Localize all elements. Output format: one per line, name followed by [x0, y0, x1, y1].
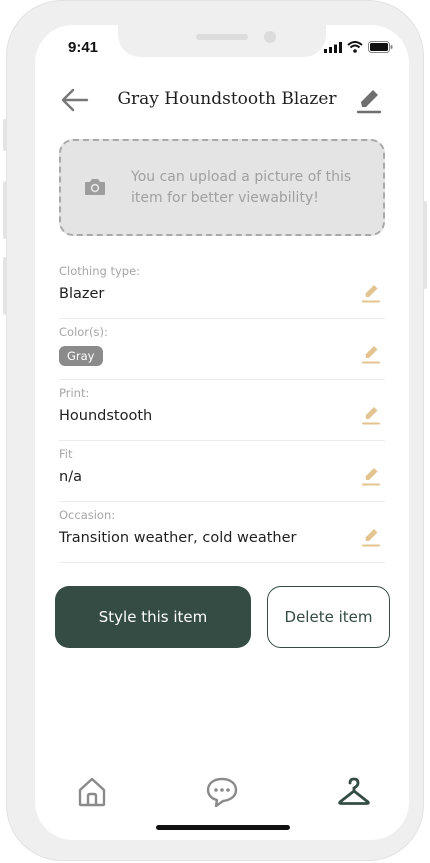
home-icon — [78, 777, 106, 807]
field-value: Blazer — [59, 286, 105, 302]
item-details: Clothing type: Blazer Color(s): Gray Pri… — [59, 258, 385, 563]
page-title: Gray Houndstooth Blazer — [117, 89, 337, 109]
volume-up-button — [3, 181, 7, 239]
header: Gray Houndstooth Blazer — [35, 85, 409, 115]
field-occasion: Occasion: Transition weather, cold weath… — [59, 502, 385, 563]
photo-upload-area[interactable]: You can upload a picture of this item fo… — [59, 139, 385, 236]
notch — [118, 25, 326, 57]
pencil-icon — [362, 468, 380, 486]
edit-colors-button[interactable] — [361, 343, 381, 365]
field-value: n/a — [59, 469, 82, 485]
field-label: Print: — [59, 386, 90, 400]
phone-frame: 9:41 Gray Houndstooth Blazer You can upl… — [3, 0, 427, 861]
style-item-button[interactable]: Style this item — [55, 586, 251, 648]
chat-bubble-icon — [206, 777, 238, 808]
field-value: Transition weather, cold weather — [59, 530, 297, 546]
status-icons — [324, 41, 393, 53]
speaker — [196, 34, 248, 40]
delete-item-button[interactable]: Delete item — [267, 586, 390, 648]
field-print: Print: Houndstooth — [59, 380, 385, 441]
upload-hint: You can upload a picture of this item fo… — [131, 169, 352, 206]
wifi-icon — [347, 41, 363, 53]
hanger-icon — [338, 777, 370, 805]
front-camera — [264, 31, 276, 43]
camera-icon — [85, 179, 105, 195]
mute-switch — [3, 119, 7, 151]
field-fit: Fit n/a — [59, 441, 385, 502]
edit-clothing-type-button[interactable] — [361, 282, 381, 304]
signal-icon — [324, 41, 342, 53]
field-value: Houndstooth — [59, 408, 153, 424]
field-label: Occasion: — [59, 508, 116, 522]
tab-chat[interactable] — [205, 775, 239, 809]
field-colors: Color(s): Gray — [59, 319, 385, 380]
battery-icon — [368, 41, 393, 53]
power-button — [423, 201, 427, 289]
color-chip: Gray — [59, 346, 103, 366]
pencil-icon — [362, 407, 380, 425]
home-indicator — [156, 825, 290, 830]
field-label: Clothing type: — [59, 264, 141, 278]
pencil-icon — [362, 285, 380, 303]
field-label: Fit — [59, 447, 73, 461]
tab-wardrobe[interactable] — [337, 775, 371, 809]
back-button[interactable] — [60, 87, 90, 113]
bottom-tab-bar — [35, 775, 409, 815]
pencil-icon — [362, 529, 380, 547]
edit-title-button[interactable] — [355, 85, 383, 115]
pencil-icon — [356, 90, 382, 114]
status-time: 9:41 — [68, 39, 99, 56]
field-label: Color(s): — [59, 325, 108, 339]
edit-print-button[interactable] — [361, 404, 381, 426]
edit-occasion-button[interactable] — [361, 526, 381, 548]
edit-fit-button[interactable] — [361, 465, 381, 487]
pencil-icon — [362, 346, 380, 364]
arrow-left-icon — [61, 88, 89, 112]
tab-home[interactable] — [75, 775, 109, 809]
volume-down-button — [3, 257, 7, 315]
field-clothing-type: Clothing type: Blazer — [59, 258, 385, 319]
app-screen: 9:41 Gray Houndstooth Blazer You can upl… — [35, 25, 409, 840]
